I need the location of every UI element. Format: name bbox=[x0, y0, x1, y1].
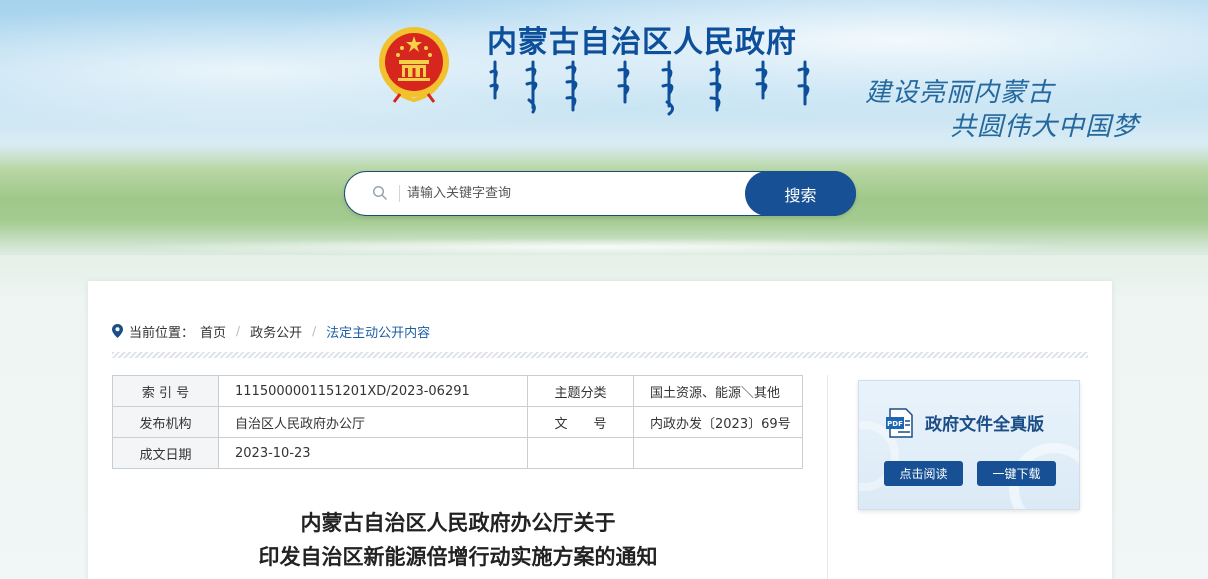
search-bar: 搜索 bbox=[344, 171, 856, 216]
divider-stripe bbox=[112, 352, 1088, 358]
breadcrumb-current-link[interactable]: 法定主动公开内容 bbox=[326, 322, 430, 341]
slogan-line2: 共圆伟大中国梦 bbox=[950, 112, 1140, 142]
breadcrumb-separator: / bbox=[312, 324, 317, 338]
breadcrumb-separator: / bbox=[236, 324, 241, 338]
document-title-line1: 内蒙古自治区人民政府办公厅关于 bbox=[300, 510, 616, 535]
search-icon bbox=[372, 185, 387, 200]
publisher-value: 自治区人民政府办公厅 bbox=[218, 406, 528, 438]
table-row: 索 引 号 1115000001151201XD/2023-06291 主题分类… bbox=[112, 375, 803, 407]
search-input[interactable] bbox=[407, 181, 737, 206]
date-value: 2023-10-23 bbox=[218, 437, 528, 469]
date-label: 成文日期 bbox=[112, 437, 219, 469]
search-divider bbox=[399, 185, 400, 202]
search-button[interactable]: 搜索 bbox=[745, 171, 856, 216]
pdf-icon: PDF bbox=[886, 408, 913, 438]
topic-label: 主题分类 bbox=[527, 375, 634, 407]
breadcrumb-home-link[interactable]: 首页 bbox=[200, 322, 226, 341]
slogan-line1: 建设亮丽内蒙古 bbox=[865, 78, 1055, 108]
document-meta-table: 索 引 号 1115000001151201XD/2023-06291 主题分类… bbox=[112, 375, 803, 469]
column-divider bbox=[827, 375, 828, 579]
download-button[interactable]: 一键下载 bbox=[977, 461, 1056, 486]
topic-value: 国土资源、能源＼其他 bbox=[633, 375, 803, 407]
table-row: 发布机构 自治区人民政府办公厅 文 号 内政办发〔2023〕69号 bbox=[112, 406, 803, 438]
empty-cell bbox=[527, 437, 634, 469]
publisher-label: 发布机构 bbox=[112, 406, 219, 438]
breadcrumb-label: 当前位置： bbox=[129, 325, 195, 341]
index-number-value: 1115000001151201XD/2023-06291 bbox=[218, 375, 528, 407]
index-number-label: 索 引 号 bbox=[112, 375, 219, 407]
river-decoration bbox=[0, 236, 1208, 258]
official-document-title: 政府文件全真版 bbox=[925, 415, 1044, 435]
breadcrumb-gov-affairs-link[interactable]: 政务公开 bbox=[250, 322, 302, 341]
location-pin-icon bbox=[112, 324, 123, 338]
content-card: 当前位置： 首页 / 政务公开 / 法定主动公开内容 索 引 号 1115000… bbox=[88, 281, 1112, 579]
site-title: 内蒙古自治区人民政府 bbox=[487, 25, 797, 60]
official-document-box: PDF 政府文件全真版 点击阅读 一键下载 bbox=[858, 380, 1080, 510]
document-title-line2: 印发自治区新能源倍增行动实施方案的通知 bbox=[258, 544, 658, 569]
national-emblem-icon bbox=[379, 27, 449, 103]
mongolian-script-logo bbox=[489, 60, 810, 116]
table-row: 成文日期 2023-10-23 bbox=[112, 437, 803, 469]
svg-text:PDF: PDF bbox=[887, 420, 903, 428]
empty-cell bbox=[633, 437, 803, 469]
document-number-value: 内政办发〔2023〕69号 bbox=[633, 406, 803, 438]
document-number-label: 文 号 bbox=[527, 406, 634, 438]
breadcrumb: 当前位置： 首页 / 政务公开 / 法定主动公开内容 bbox=[112, 322, 430, 341]
read-online-button[interactable]: 点击阅读 bbox=[884, 461, 963, 486]
